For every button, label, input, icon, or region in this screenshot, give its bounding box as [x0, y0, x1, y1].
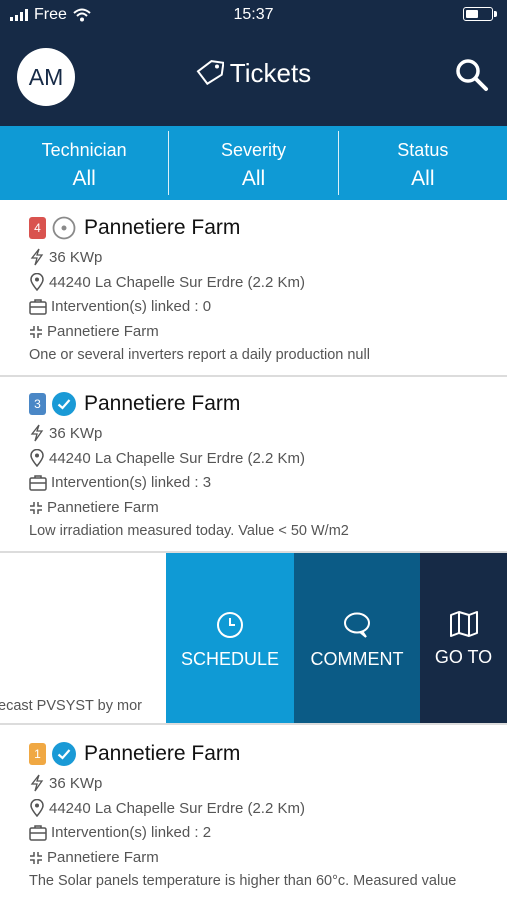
interventions-row: Intervention(s) linked : 3	[29, 474, 211, 491]
filter-label: Technician	[41, 140, 127, 160]
severity-badge: 4	[29, 217, 46, 239]
filter-value: All	[72, 167, 96, 190]
power-value: 36 KWp	[49, 248, 103, 266]
goto-button[interactable]: GO TO	[420, 553, 507, 723]
address-value: 44240 La Chapelle Sur Erdre (2.2 Km)	[49, 799, 305, 817]
address-value: 44240 La Chapelle Sur Erdre (2.2 Km)	[49, 449, 305, 467]
page-title: Tickets	[0, 58, 507, 89]
site-name: Pannetiere Farm	[84, 216, 241, 239]
location-pin-icon	[30, 799, 44, 817]
speech-bubble-icon	[344, 612, 370, 638]
clock-icon	[217, 612, 243, 638]
filter-label: Status	[397, 140, 449, 160]
filter-bar: Technician All Severity All Status All	[0, 126, 507, 200]
swiped-ticket-description: ecast PVSYST by mor	[0, 698, 142, 714]
interventions-value: Intervention(s) linked : 0	[51, 298, 212, 315]
filter-label: Severity	[220, 140, 286, 160]
check-circle-icon	[52, 742, 76, 766]
ticket-title: 1 Pannetiere Farm	[29, 742, 240, 766]
comment-label: COMMENT	[310, 649, 404, 669]
ticket-title: 3 Pannetiere Farm	[29, 392, 240, 416]
swiped-ticket-row[interactable]: ecast PVSYST by mor SCHEDULE COMMENT GO …	[0, 553, 507, 725]
site-value: Pannetiere Farm	[47, 499, 159, 516]
site-value: Pannetiere Farm	[47, 849, 159, 866]
filter-severity[interactable]: Severity All	[169, 131, 339, 195]
filter-status[interactable]: Status All	[339, 131, 507, 195]
address-row: 44240 La Chapelle Sur Erdre (2.2 Km)	[29, 449, 305, 467]
ticket-card[interactable]: 1 Pannetiere Farm 36 KWp 44240 La Chapel…	[0, 727, 507, 900]
severity-badge: 1	[29, 743, 46, 765]
power-row: 36 KWp	[29, 424, 102, 442]
lightning-icon	[30, 774, 44, 792]
goto-label: GO TO	[434, 647, 493, 667]
search-icon[interactable]	[455, 58, 489, 92]
lightning-icon	[30, 248, 44, 266]
briefcase-icon	[29, 475, 47, 491]
map-icon	[449, 611, 478, 637]
open-circle-icon	[52, 216, 76, 240]
schedule-label: SCHEDULE	[180, 649, 280, 669]
address-value: 44240 La Chapelle Sur Erdre (2.2 Km)	[49, 273, 305, 291]
briefcase-icon	[29, 299, 47, 315]
ticket-description: The Solar panels temperature is higher t…	[29, 873, 457, 889]
schedule-button[interactable]: SCHEDULE	[166, 553, 294, 723]
comment-button[interactable]: COMMENT	[294, 553, 420, 723]
briefcase-icon	[29, 825, 47, 841]
ticket-description: Low irradiation measured today. Value < …	[29, 523, 349, 539]
site-name: Pannetiere Farm	[84, 392, 241, 415]
interventions-value: Intervention(s) linked : 3	[51, 474, 212, 491]
filter-value: All	[241, 167, 266, 190]
severity-badge: 3	[29, 393, 46, 415]
power-row: 36 KWp	[29, 248, 102, 266]
title-text: Tickets	[229, 58, 312, 88]
check-circle-icon	[52, 392, 76, 416]
ticket-title: 4 Pannetiere Farm	[29, 216, 240, 240]
collapse-arrows-icon	[30, 851, 42, 864]
address-row: 44240 La Chapelle Sur Erdre (2.2 Km)	[29, 273, 305, 291]
ticket-card[interactable]: 3 Pannetiere Farm 36 KWp 44240 La Chapel…	[0, 377, 507, 553]
power-row: 36 KWp	[29, 774, 102, 792]
battery-icon	[463, 7, 497, 21]
site-row: Pannetiere Farm	[29, 499, 159, 516]
interventions-row: Intervention(s) linked : 0	[29, 298, 211, 315]
status-bar: Free 15:37	[0, 0, 507, 30]
site-value: Pannetiere Farm	[47, 323, 159, 340]
site-name: Pannetiere Farm	[84, 742, 241, 765]
interventions-value: Intervention(s) linked : 2	[51, 824, 212, 841]
interventions-row: Intervention(s) linked : 2	[29, 824, 211, 841]
power-value: 36 KWp	[49, 774, 103, 792]
location-pin-icon	[30, 273, 44, 291]
site-row: Pannetiere Farm	[29, 849, 159, 866]
collapse-arrows-icon	[30, 325, 42, 338]
collapse-arrows-icon	[30, 501, 42, 514]
filter-technician[interactable]: Technician All	[0, 131, 170, 195]
site-row: Pannetiere Farm	[29, 323, 159, 340]
battery-level	[466, 10, 478, 18]
filter-value: All	[411, 167, 435, 190]
ticket-tag-icon	[196, 60, 224, 85]
ticket-description: One or several inverters report a daily …	[29, 347, 370, 363]
address-row: 44240 La Chapelle Sur Erdre (2.2 Km)	[29, 799, 305, 817]
location-pin-icon	[30, 449, 44, 467]
ticket-card[interactable]: 4 Pannetiere Farm 36 KWp 44240 La Chapel…	[0, 201, 507, 377]
clock: 15:37	[233, 6, 274, 23]
lightning-icon	[30, 424, 44, 442]
power-value: 36 KWp	[49, 424, 103, 442]
app-header: Free 15:37 AM Tickets	[0, 0, 507, 126]
